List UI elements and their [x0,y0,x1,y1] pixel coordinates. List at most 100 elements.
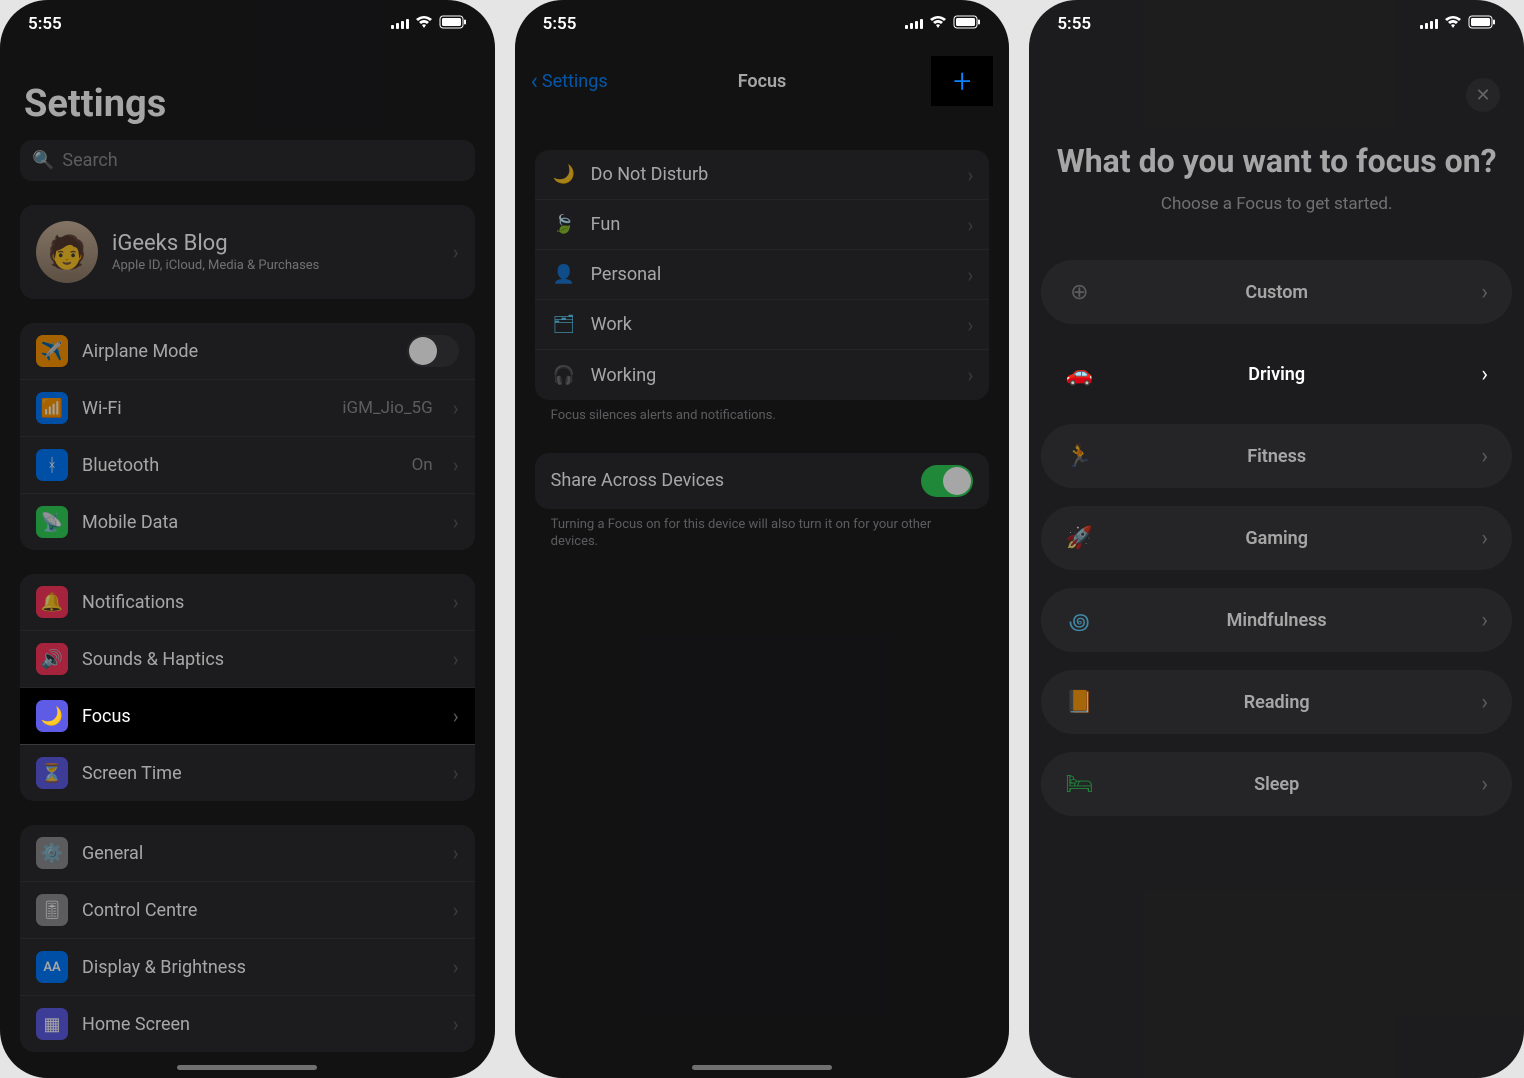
headphones-icon: 🎧 [551,365,577,386]
bell-icon: 🔔 [36,586,68,618]
chevron-right-icon: › [453,647,459,671]
briefcase-icon: 🗂 [551,314,577,335]
speaker-icon: 🔊 [36,643,68,675]
focus-option-gaming[interactable]: 🚀 Gaming › [1041,506,1512,570]
focus-option-custom[interactable]: ⊕ Custom › [1041,260,1512,324]
switches-icon: 🎚 [36,894,68,926]
home-indicator[interactable] [692,1065,832,1070]
focus-option-reading[interactable]: 📙 Reading › [1041,670,1512,734]
runner-icon: 🏃 [1065,444,1093,469]
chevron-right-icon: › [967,263,973,287]
focus-option-sleep[interactable]: 🛏 Sleep › [1041,752,1512,816]
spiral-icon: ꩜ [1065,604,1093,637]
back-button[interactable]: ‹ Settings [531,67,608,95]
focus-row-fun[interactable]: 🍃 Fun › [535,200,990,250]
airplane-icon: ✈️ [36,335,68,367]
status-time: 5:55 [1057,14,1091,34]
chevron-right-icon: › [453,1012,459,1036]
chevron-right-icon: › [453,841,459,865]
row-home-screen[interactable]: ▦ Home Screen › [20,996,475,1052]
hero-sub: Choose a Focus to get started. [1049,194,1504,214]
focus-row-working[interactable]: 🎧 Working › [535,350,990,400]
focus-row-dnd[interactable]: 🌙 Do Not Disturb › [535,150,990,200]
screen-new-focus: 5:55 ✕ What do you want to focus on? Cho… [1029,0,1524,1078]
gear-icon: ⚙️ [36,837,68,869]
chevron-right-icon: › [967,163,973,187]
chevron-right-icon: › [453,240,459,264]
status-time: 5:55 [543,14,577,34]
close-button[interactable]: ✕ [1466,78,1500,112]
cellular-icon [391,19,409,29]
plus-circle-icon: ⊕ [1065,280,1093,305]
wifi-row-icon: 📶 [36,392,68,424]
focus-option-driving[interactable]: 🚗 Driving › [1041,342,1512,406]
chevron-right-icon: › [1481,280,1488,305]
focus-row-personal[interactable]: 👤 Personal › [535,250,990,300]
row-general[interactable]: ⚙️ General › [20,825,475,882]
chevron-right-icon: › [453,453,459,477]
hero-title: What do you want to focus on? [1049,142,1504,180]
focus-option-fitness[interactable]: 🏃 Fitness › [1041,424,1512,488]
status-bar: 5:55 [1029,0,1524,42]
home-indicator[interactable] [177,1065,317,1070]
row-bluetooth[interactable]: ᚼ Bluetooth On › [20,437,475,494]
row-notifications[interactable]: 🔔 Notifications › [20,574,475,631]
chevron-right-icon: › [1481,608,1488,633]
footer-text: Turning a Focus on for this device will … [535,509,990,551]
search-placeholder: Search [62,150,117,171]
chevron-right-icon: › [967,213,973,237]
close-icon: ✕ [1475,85,1490,106]
row-wifi[interactable]: 📶 Wi-Fi iGM_Jio_5G › [20,380,475,437]
row-display[interactable]: AA Display & Brightness › [20,939,475,996]
row-screen-time[interactable]: ⏳ Screen Time › [20,745,475,801]
moon-icon: 🌙 [551,164,577,185]
book-icon: 📙 [1065,690,1093,715]
profile-sub: Apple ID, iCloud, Media & Purchases [112,258,433,273]
antenna-icon: 📡 [36,506,68,538]
profile-row[interactable]: 🧑 iGeeks Blog Apple ID, iCloud, Media & … [20,205,475,299]
chevron-right-icon: › [1481,690,1488,715]
chevron-right-icon: › [1481,362,1488,387]
chevron-right-icon: › [453,761,459,785]
row-control-centre[interactable]: 🎚 Control Centre › [20,882,475,939]
leaf-icon: 🍃 [551,214,577,235]
wifi-icon [929,14,947,34]
add-focus-button[interactable]: + [931,56,993,106]
chevron-right-icon: › [453,510,459,534]
bed-icon: 🛏 [1065,772,1093,797]
chevron-right-icon: › [1481,526,1488,551]
wifi-icon [415,14,433,34]
battery-icon [1468,14,1496,34]
screen-focus-list: 5:55 ‹ Settings Focus + 🌙 Do Not Disturb… [515,0,1010,1078]
text-size-icon: AA [36,951,68,983]
plus-icon: + [953,62,971,100]
battery-icon [953,14,981,34]
chevron-right-icon: › [453,396,459,420]
airplane-toggle[interactable] [407,335,459,367]
row-airplane-mode[interactable]: ✈️ Airplane Mode [20,323,475,380]
chevron-right-icon: › [453,898,459,922]
row-sounds[interactable]: 🔊 Sounds & Haptics › [20,631,475,688]
share-devices-row[interactable]: Share Across Devices [535,453,990,509]
search-input[interactable]: 🔍 Search [20,140,475,181]
status-time: 5:55 [28,14,62,34]
car-icon: 🚗 [1065,362,1093,387]
person-icon: 👤 [551,264,577,285]
chevron-left-icon: ‹ [531,67,538,95]
page-title: Settings [24,82,475,126]
row-mobile-data[interactable]: 📡 Mobile Data › [20,494,475,550]
chevron-right-icon: › [1481,444,1488,469]
search-icon: 🔍 [32,150,54,171]
hourglass-icon: ⏳ [36,757,68,789]
row-focus[interactable]: 🌙 Focus › [20,688,475,745]
moon-icon: 🌙 [36,700,68,732]
focus-option-mindfulness[interactable]: ꩜ Mindfulness › [1041,588,1512,652]
cellular-icon [1420,19,1438,29]
share-devices-toggle[interactable] [921,465,973,497]
status-bar: 5:55 [0,0,495,42]
focus-row-work[interactable]: 🗂 Work › [535,300,990,350]
footer-text: Focus silences alerts and notifications. [535,400,990,425]
chevron-right-icon: › [453,955,459,979]
rocket-icon: 🚀 [1065,526,1093,551]
avatar: 🧑 [36,221,98,283]
